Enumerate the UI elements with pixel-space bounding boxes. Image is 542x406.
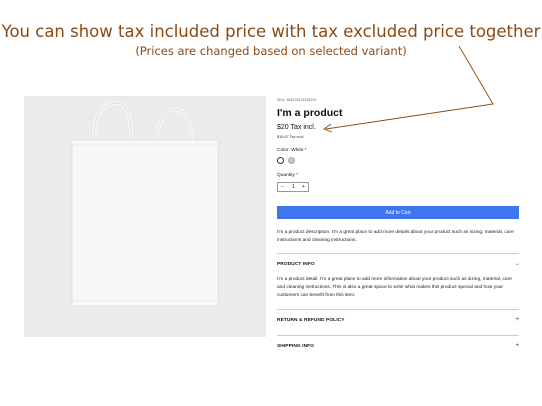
product-description: I'm a product description. I'm a great p… — [277, 230, 514, 243]
price-tax-excluded: $16.67 Tax excl. — [277, 135, 305, 139]
annotation-subline: (Prices are changed based on selected va… — [135, 44, 407, 58]
section-title[interactable]: SHIPPING INFO — [277, 344, 314, 349]
divider — [277, 335, 519, 336]
color-swatch-lilac[interactable] — [288, 157, 295, 164]
product-title: I'm a product — [277, 107, 343, 119]
add-to-cart-button[interactable]: Add to Cart — [277, 206, 519, 219]
price-tax-included: $20 Tax incl. — [277, 124, 316, 131]
product-image[interactable] — [24, 96, 266, 337]
quantity-increase-button[interactable]: + — [302, 184, 305, 191]
quantity-value[interactable]: 1 — [292, 184, 295, 191]
color-label: Color: White * — [277, 148, 307, 153]
product-sku: SKU: 364215376135191 — [277, 98, 317, 102]
section-title[interactable]: PRODUCT INFO — [277, 262, 315, 267]
section-title[interactable]: RETURN & REFUND POLICY — [277, 318, 345, 323]
annotation-headline: You can show tax included price with tax… — [1, 22, 541, 41]
quantity-label: Quantity * — [277, 173, 299, 178]
divider — [277, 309, 519, 310]
section-body: I'm a product detail. I'm a great place … — [277, 277, 512, 298]
quantity-stepper[interactable]: − 1 + — [277, 182, 309, 192]
divider — [277, 253, 519, 254]
expand-icon[interactable]: + — [515, 317, 519, 323]
expand-icon[interactable]: + — [515, 343, 519, 349]
quantity-decrease-button[interactable]: − — [281, 184, 284, 191]
tote-bag-image — [71, 100, 219, 307]
collapse-icon[interactable]: − — [515, 262, 519, 268]
color-swatch-white[interactable] — [277, 157, 284, 164]
